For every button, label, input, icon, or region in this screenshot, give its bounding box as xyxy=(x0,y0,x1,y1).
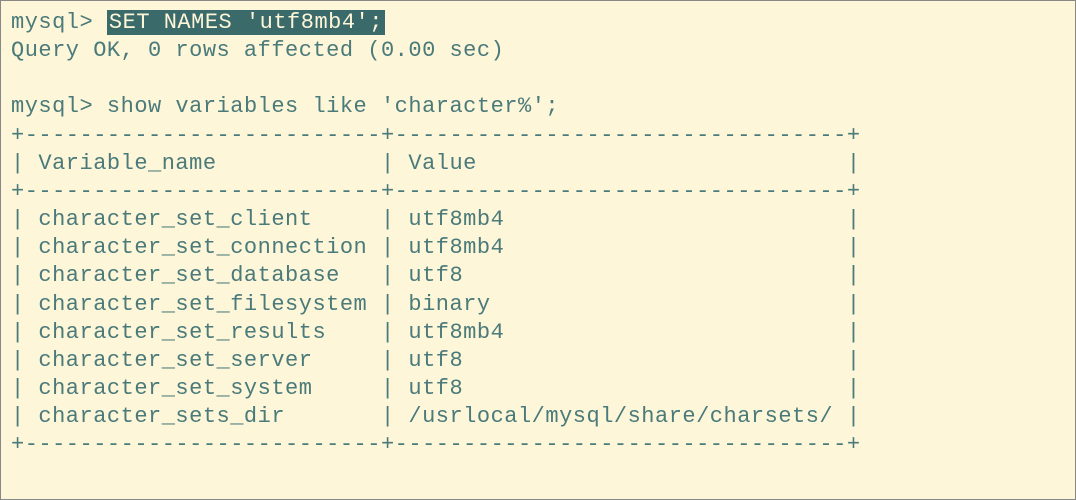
table-line: | character_set_database | utf8 | xyxy=(11,262,1065,290)
table-line: | character_set_connection | utf8mb4 | xyxy=(11,234,1065,262)
mysql-prompt: mysql> xyxy=(11,10,93,35)
table-line: | character_set_server | utf8 | xyxy=(11,347,1065,375)
table-line: | character_set_results | utf8mb4 | xyxy=(11,319,1065,347)
table-line: | character_set_filesystem | binary | xyxy=(11,291,1065,319)
table-line: +--------------------------+------------… xyxy=(11,122,1065,150)
table-line: +--------------------------+------------… xyxy=(11,431,1065,459)
command-line-2: mysql> show variables like 'character%'; xyxy=(11,93,1065,121)
table-output: +--------------------------+------------… xyxy=(11,122,1065,460)
show-vars-command: show variables like 'character%'; xyxy=(107,94,559,119)
query-response: Query OK, 0 rows affected (0.00 sec) xyxy=(11,37,1065,65)
command-line-1: mysql> SET NAMES 'utf8mb4'; xyxy=(11,9,1065,37)
table-line: | character_set_client | utf8mb4 | xyxy=(11,206,1065,234)
table-line: | character_set_system | utf8 | xyxy=(11,375,1065,403)
table-line: +--------------------------+------------… xyxy=(11,178,1065,206)
table-line: | character_sets_dir | /usrlocal/mysql/s… xyxy=(11,403,1065,431)
blank-line xyxy=(11,65,1065,93)
table-line: | Variable_name | Value | xyxy=(11,150,1065,178)
highlighted-command: SET NAMES 'utf8mb4'; xyxy=(107,10,385,35)
mysql-prompt: mysql> xyxy=(11,94,93,119)
